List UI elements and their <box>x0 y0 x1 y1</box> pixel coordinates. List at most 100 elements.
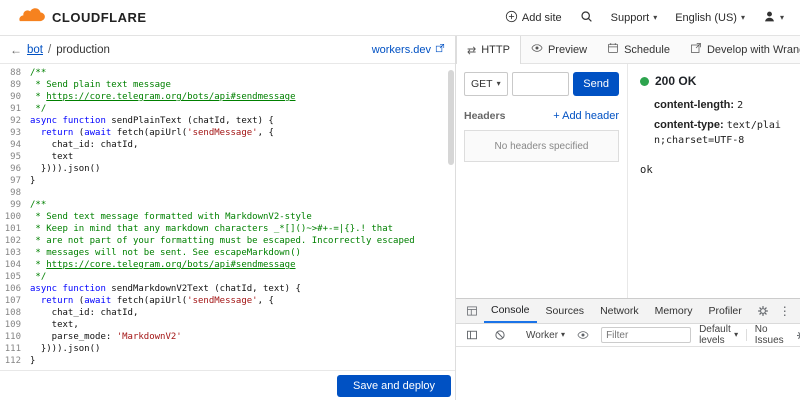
code-line-text: } <box>30 176 36 186</box>
code-line[interactable]: 102 * are not part of your formatting mu… <box>0 235 455 247</box>
cloudflare-logo[interactable]: CLOUDFLARE <box>16 7 147 28</box>
code-line[interactable]: 104 * https://core.telegram.org/bots/api… <box>0 259 455 271</box>
tab-schedule[interactable]: Schedule <box>597 36 680 63</box>
code-line[interactable]: 109 text, <box>0 319 455 331</box>
code-line[interactable]: 103 * messages will not be sent. See esc… <box>0 247 455 259</box>
code-line[interactable]: 94 chat_id: chatId, <box>0 139 455 151</box>
line-number: 88 <box>10 68 21 78</box>
console-output[interactable] <box>456 347 800 400</box>
live-expression-eye-icon[interactable] <box>573 329 593 341</box>
status-badge: 200 OK <box>655 74 697 88</box>
code-line[interactable]: 98 <box>0 187 455 199</box>
response-header-name: content-length: <box>654 99 735 111</box>
code-line[interactable]: 107 return (await fetch(apiUrl('sendMess… <box>0 295 455 307</box>
code-line[interactable]: 110 parse_mode: 'MarkdownV2' <box>0 331 455 343</box>
code-line-text: async function sendPlainText (chatId, te… <box>30 116 274 126</box>
code-line-text: /** <box>30 200 47 210</box>
send-button[interactable]: Send <box>573 72 619 96</box>
line-number: 89 <box>10 80 21 90</box>
devtools-tab-network[interactable]: Network <box>593 299 646 323</box>
console-filter-input[interactable] <box>601 327 692 343</box>
code-line-text: }))).json() <box>30 164 101 174</box>
line-number: 107 <box>4 296 21 306</box>
code-line-text: chat_id: chatId, <box>30 140 139 150</box>
tab-wrangler[interactable]: Develop with Wrangler CLI <box>680 36 800 63</box>
tab-preview[interactable]: Preview <box>521 36 597 63</box>
code-line[interactable]: 93 return (await fetch(apiUrl('sendMessa… <box>0 127 455 139</box>
account-menu[interactable]: ▾ <box>763 10 784 26</box>
line-number: 111 <box>4 344 21 354</box>
console-context-select[interactable]: Worker ▾ <box>526 330 565 341</box>
line-number: 91 <box>10 104 21 114</box>
code-line-text: * https://core.telegram.org/bots/api#sen… <box>30 92 296 102</box>
method-select[interactable]: GET ▾ <box>464 72 508 96</box>
top-header: CLOUDFLARE Add site Support ▾ English (U… <box>0 0 800 36</box>
http-tabbar: ⇄ HTTP Preview Schedule Develop with Wra… <box>456 36 800 64</box>
code-line-text: * Send text message formatted with Markd… <box>30 212 312 222</box>
code-line[interactable]: 106 async function sendMarkdownV2Text (ch… <box>0 283 455 295</box>
console-toolbar-right: Default levels ▾ No Issues <box>699 324 800 346</box>
add-site-button[interactable]: Add site <box>505 10 562 26</box>
devtools-tab-sources[interactable]: Sources <box>539 299 592 323</box>
line-number: 95 <box>10 152 21 162</box>
console-settings-gear-icon[interactable] <box>792 330 800 341</box>
support-menu[interactable]: Support ▾ <box>611 12 658 24</box>
gear-icon[interactable] <box>753 305 773 317</box>
log-levels-select[interactable]: Default levels ▾ <box>699 324 738 346</box>
panels-icon[interactable] <box>462 305 482 317</box>
code-line[interactable]: 105 */ <box>0 271 455 283</box>
tab-http[interactable]: ⇄ HTTP <box>456 36 521 64</box>
line-number: 104 <box>4 260 21 270</box>
chevron-down-icon: ▾ <box>779 12 784 22</box>
code-line-text: }))).json() <box>30 344 101 354</box>
issues-counter[interactable]: No Issues <box>755 324 784 346</box>
line-number: 97 <box>10 176 21 186</box>
line-number: 106 <box>4 284 21 294</box>
toolbar-divider <box>746 329 747 341</box>
chevron-down-icon: ▾ <box>561 330 566 339</box>
add-header-link[interactable]: + Add header <box>553 110 619 122</box>
code-line[interactable]: 88 /** <box>0 67 455 79</box>
devtools-tab-memory[interactable]: Memory <box>648 299 700 323</box>
calendar-icon <box>607 42 619 57</box>
devtools-tabbar: Console Sources Network Memory Profiler … <box>456 299 800 324</box>
code-line[interactable]: 112} <box>0 355 455 367</box>
code-line[interactable]: 95 text <box>0 151 455 163</box>
line-number: 103 <box>4 248 21 258</box>
code-line[interactable]: 90 * https://core.telegram.org/bots/api#… <box>0 91 455 103</box>
code-line[interactable]: 100 * Send text message formatted with M… <box>0 211 455 223</box>
editor-scrollbar[interactable] <box>448 64 454 370</box>
code-line[interactable]: 108 chat_id: chatId, <box>0 307 455 319</box>
devtools-tab-console[interactable]: Console <box>484 299 537 323</box>
code-line[interactable]: 97} <box>0 175 455 187</box>
code-line[interactable]: 92 async function sendPlainText (chatId, … <box>0 115 455 127</box>
brand-name: CLOUDFLARE <box>52 10 147 25</box>
code-line[interactable]: 89 * Send plain text message <box>0 79 455 91</box>
language-menu[interactable]: English (US) ▾ <box>675 12 745 24</box>
code-editor[interactable]: 88/** 89 * Send plain text message 90 * ht… <box>0 64 455 370</box>
kebab-menu-icon[interactable]: ⋮ <box>775 304 795 318</box>
line-number: 90 <box>10 92 21 102</box>
http-content: GET ▾ Send Headers + Add header No heade… <box>456 64 800 298</box>
editor-footer: Save and deploy <box>0 370 455 400</box>
code-line[interactable]: 96 }))).json() <box>0 163 455 175</box>
code-line-text: * messages will not be sent. See escapeM… <box>30 248 301 258</box>
devtools-tab-profiler[interactable]: Profiler <box>702 299 749 323</box>
line-number: 110 <box>4 332 21 342</box>
scrollbar-thumb[interactable] <box>448 70 454 165</box>
search-button[interactable] <box>580 10 593 26</box>
breadcrumb-separator: / <box>48 43 52 56</box>
code-line[interactable]: 111 }))).json() <box>0 343 455 355</box>
clear-console-icon[interactable] <box>490 329 510 341</box>
code-line[interactable]: 91 */ <box>0 103 455 115</box>
save-deploy-button[interactable]: Save and deploy <box>337 374 451 397</box>
breadcrumb-project-link[interactable]: bot <box>27 44 43 56</box>
response-panel: 200 OK content-length: 2 content-type: t… <box>628 64 800 298</box>
code-line[interactable]: 99 /** <box>0 199 455 211</box>
line-number: 105 <box>4 272 21 282</box>
workers-dev-link[interactable]: workers.dev <box>372 43 445 56</box>
back-arrow-icon[interactable]: ← <box>10 43 22 57</box>
url-input[interactable] <box>511 72 570 96</box>
code-line[interactable]: 101 * Keep in mind that any markdown cha… <box>0 223 455 235</box>
console-sidebar-icon[interactable] <box>462 329 482 341</box>
